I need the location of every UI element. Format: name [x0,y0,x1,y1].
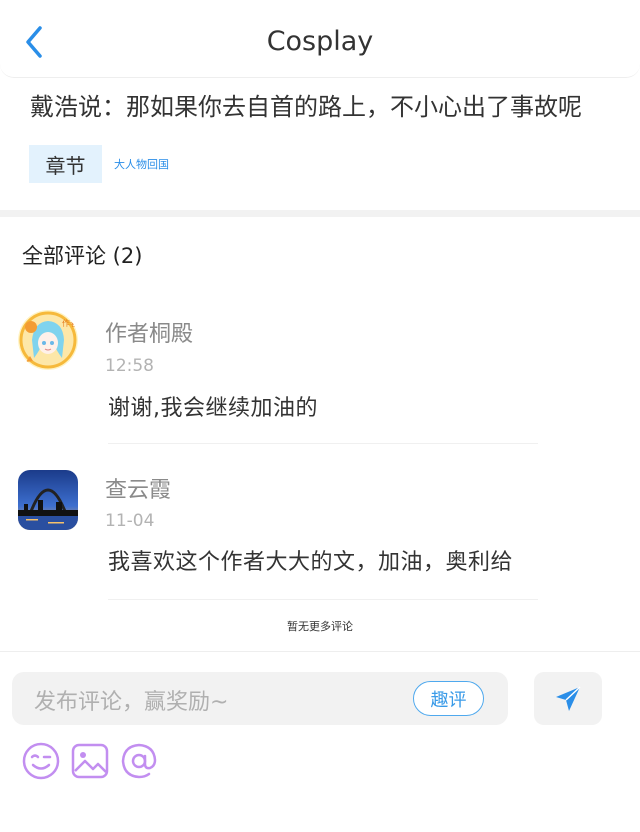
city-arch-avatar [18,470,78,530]
send-button[interactable] [534,672,602,725]
comment-author[interactable]: 作者桐殿 [105,316,193,348]
quping-button[interactable]: 趣评 [413,681,484,716]
composer-tools [20,740,167,782]
comment-input-placeholder: 发布评论，赢奖励~ [34,690,229,715]
comment-time: 11-04 [105,511,155,531]
chapter-tag-row: 章节 大人物回国 [29,145,169,183]
comment-composer: 发布评论，赢奖励~ 趣评 [0,651,640,832]
comment-text: 我喜欢这个作者大大的文，加油，奥利给 [108,550,514,575]
comment-input[interactable]: 发布评论，赢奖励~ 趣评 [12,672,508,725]
page-title: Cosplay [266,26,374,57]
image-button[interactable] [69,740,111,782]
comment-separator [108,599,538,600]
header-bar: Cosplay [0,0,640,78]
chapter-link[interactable]: 大人物回国 [114,156,169,172]
send-icon [556,685,581,711]
anime-girl-avatar: 作者 [18,310,78,370]
comment-time: 12:58 [105,356,154,376]
comments-title: 全部评论 (2) [22,244,143,268]
emoji-icon [22,742,60,780]
at-icon [121,743,157,779]
comment-avatar[interactable]: 作者 [18,310,78,370]
chapter-quote: 戴浩说：那如果你去自首的路上，不小心出了事故呢 [30,93,582,121]
comment-text: 谢谢,我会继续加油的 [108,396,318,421]
image-icon [71,743,109,779]
comment-avatar[interactable] [18,470,78,530]
svg-text:作者: 作者 [62,318,78,328]
no-more-comments: 暂无更多评论 [287,620,353,633]
section-divider [0,210,640,217]
chapter-tag[interactable]: 章节 [29,145,102,183]
mention-button[interactable] [118,740,160,782]
comment-author[interactable]: 查云霞 [105,472,171,504]
emoji-button[interactable] [20,740,62,782]
comment-separator [108,443,538,444]
